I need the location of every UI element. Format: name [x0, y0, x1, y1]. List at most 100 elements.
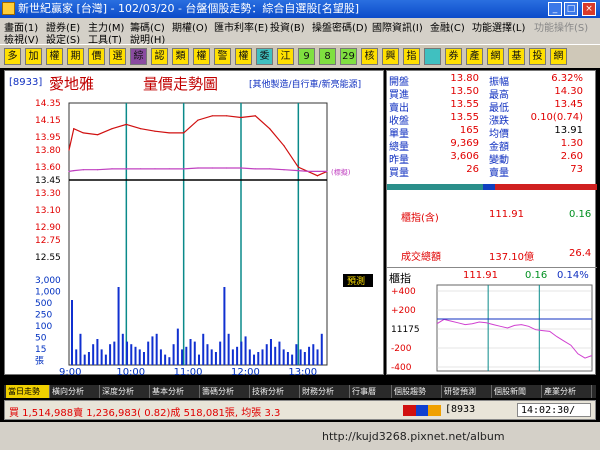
volume-bar — [176, 328, 179, 365]
bottom-bar: http://kujd3268.pixnet.net/album — [0, 422, 600, 450]
volume-bar — [185, 346, 188, 365]
menu-intl-info[interactable]: 國際資訊(I) — [372, 19, 423, 34]
status-clock: 14:02:30/ — [517, 403, 591, 417]
toolbar-button-27[interactable]: 網 — [550, 48, 567, 65]
avg-price-line-point — [97, 169, 99, 171]
volume-bar — [198, 354, 200, 365]
price-line-point — [140, 128, 142, 130]
toolbar-button-6[interactable]: 選 — [109, 48, 126, 65]
quote-row: 單量 165 均價 13.91 — [387, 125, 597, 140]
price-line-point — [154, 130, 156, 132]
toolbar-button-22[interactable]: 券 — [445, 48, 462, 65]
tab-12[interactable]: 產業分析 — [542, 385, 592, 398]
toolbar-button-1[interactable]: 多 — [4, 48, 21, 65]
toolbar-button-9[interactable]: 類 — [172, 48, 189, 65]
toolbar-button-26[interactable]: 投 — [529, 48, 546, 65]
quote-value: 1.30 — [560, 138, 583, 149]
menu-trading-code[interactable]: 操盤密碼(D) — [312, 19, 368, 34]
toolbar-button-8[interactable]: 認 — [151, 48, 168, 65]
avg-price-line-point — [197, 167, 199, 169]
close-button[interactable]: × — [582, 2, 596, 16]
avg-price-line-point — [226, 167, 228, 169]
toolbar-button-20[interactable]: 指 — [403, 48, 420, 65]
toolbar-button-24[interactable]: 網 — [487, 48, 504, 65]
tab-6[interactable]: 技術分析 — [250, 385, 300, 398]
volume-bar — [223, 287, 226, 365]
volume-bar — [214, 352, 217, 365]
menu-finance[interactable]: 金融(C) — [430, 19, 465, 34]
toolbar-button-10[interactable]: 權 — [193, 48, 210, 65]
menu-function-select[interactable]: 功能選擇(L) — [472, 19, 525, 34]
tab-5[interactable]: 籌碼分析 — [200, 385, 250, 398]
status-bar: 買 1,514,988賣 1,236,983( 0.82)成 518,081張,… — [4, 400, 596, 420]
toolbar-button-7[interactable]: 綜 — [130, 48, 147, 65]
volume-bar — [210, 349, 213, 365]
toolbar-button-18[interactable]: 核 — [361, 48, 378, 65]
tab-8[interactable]: 行事曆 — [350, 385, 392, 398]
volume-bar — [236, 346, 239, 365]
mini-tick-label: 11175 — [391, 325, 420, 335]
toolbar-button-12[interactable]: 權 — [235, 48, 252, 65]
quote-row: 開盤 13.80 振幅 6.32% — [387, 73, 597, 88]
price-line-point — [297, 166, 299, 168]
plot-frame — [68, 102, 328, 366]
volume-bar — [269, 339, 272, 365]
toolbar-button-17[interactable]: 29 — [340, 48, 357, 65]
toolbar-button-2[interactable]: 加 — [25, 48, 42, 65]
quote-value: 3,606 — [450, 151, 479, 162]
volume-bar — [172, 344, 175, 365]
tab-7[interactable]: 財務分析 — [300, 385, 350, 398]
tab-9[interactable]: 個股趨勢 — [392, 385, 442, 398]
tab-1[interactable]: 當日走勢 — [6, 385, 50, 398]
toolbar-button-11[interactable]: 警 — [214, 48, 231, 65]
menu-function-ops[interactable]: 功能操作(S) — [534, 19, 588, 34]
toolbar-button-23[interactable]: 產 — [466, 48, 483, 65]
avg-price-line-point — [254, 168, 256, 170]
price-tick-label: 12.75 — [35, 236, 61, 246]
tab-2[interactable]: 橫向分析 — [50, 385, 100, 398]
x-tick-label: 13:00 — [288, 367, 317, 376]
avg-price-line-point — [154, 168, 156, 170]
toolbar-button-21[interactable] — [424, 48, 441, 65]
volume-bar — [244, 336, 247, 365]
volume-bar — [265, 344, 268, 365]
tab-10[interactable]: 研發預測 — [442, 385, 492, 398]
price-line-point — [197, 119, 199, 121]
toolbar-button-25[interactable]: 基 — [508, 48, 525, 65]
toolbar: 多加權期價選綜認類權警權委江 9 8 29 核興指券產網基投網 — [0, 44, 600, 68]
price-line-point — [125, 123, 127, 125]
quote-value: 9,369 — [450, 138, 479, 149]
price-tick-label: 13.60 — [35, 163, 61, 173]
quote-label: 賣量 — [489, 168, 509, 179]
x-tick-label: 9:00 — [59, 367, 81, 376]
avg-price-line-point — [125, 168, 127, 170]
menu-bar: 畫面(1) 證券(E) 主力(M) 籌碼(C) 期權(O) 匯市利率(E) 投資… — [0, 18, 600, 46]
quote-value: 13.55 — [450, 99, 479, 110]
tab-4[interactable]: 基本分析 — [150, 385, 200, 398]
toolbar-button-3[interactable]: 權 — [46, 48, 63, 65]
menu-options[interactable]: 期權(O) — [172, 19, 208, 34]
toolbar-button-14[interactable]: 江 — [277, 48, 294, 65]
avg-price-line-point — [183, 168, 185, 170]
volume-bar — [240, 341, 243, 365]
app-icon — [2, 2, 15, 15]
menu-forex[interactable]: 匯市利率(E) — [214, 19, 268, 34]
menu-invest[interactable]: 投資(B) — [270, 19, 305, 34]
minimize-button[interactable]: _ — [548, 2, 562, 16]
maximize-button[interactable]: □ — [564, 2, 578, 16]
toolbar-button-16[interactable]: 8 — [319, 48, 336, 65]
quote-row: 昨量 3,606 變動 2.60 — [387, 151, 597, 166]
avg-price-line-point — [269, 168, 271, 170]
status-trade-summary: 買 1,514,988賣 1,236,983( 0.82)成 518,081張,… — [9, 408, 281, 419]
tab-3[interactable]: 深度分析 — [100, 385, 150, 398]
volume-bar — [278, 341, 281, 365]
toolbar-button-4[interactable]: 期 — [67, 48, 84, 65]
ref-label: (標擬) — [331, 167, 351, 176]
toolbar-button-5[interactable]: 價 — [88, 48, 105, 65]
volume-bar — [121, 333, 124, 365]
toolbar-button-13[interactable]: 委 — [256, 48, 273, 65]
toolbar-button-19[interactable]: 興 — [382, 48, 399, 65]
volume-bar — [113, 341, 116, 365]
tab-11[interactable]: 個股新聞 — [492, 385, 542, 398]
toolbar-button-15[interactable]: 9 — [298, 48, 315, 65]
